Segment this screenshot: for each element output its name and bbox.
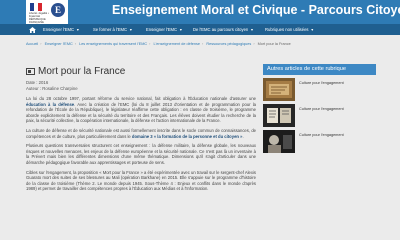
sidebar-article[interactable]: Culture pour l'engagement bbox=[263, 104, 376, 127]
nav-item-parcours-citoyen[interactable]: De l'EMC au parcours citoyen ▼ bbox=[193, 24, 254, 35]
nav-item-enseigner-emc-2[interactable]: Enseigner l'EMC ▼ bbox=[146, 24, 183, 35]
site-title[interactable]: Enseignement Moral et Civique - Parcours… bbox=[112, 3, 400, 17]
article-thumbnail[interactable] bbox=[263, 104, 295, 127]
breadcrumb-link[interactable]: Enseigner l'EMC bbox=[45, 42, 73, 46]
page-title: Mort pour la France bbox=[38, 65, 126, 77]
picture-icon bbox=[26, 67, 35, 75]
article-author: Auteur : Rosaline Charpine bbox=[26, 86, 78, 91]
article-paragraph: La culture de défense et de sécurité nat… bbox=[26, 128, 256, 139]
sidebar-article[interactable]: Culture pour l'engagement bbox=[263, 130, 376, 153]
home-icon[interactable] bbox=[27, 24, 38, 35]
breadcrumb-separator: › bbox=[74, 42, 77, 46]
text-run: La loi du 28 octobre 1997, portant réfor… bbox=[26, 96, 256, 101]
nav-item-enseigner-emc[interactable]: Enseigner l'EMC ▼ bbox=[43, 24, 80, 35]
article-thumbnail[interactable] bbox=[263, 78, 295, 101]
breadcrumb: Accueil › Enseigner l'EMC › Les enseigneme… bbox=[26, 42, 376, 50]
sidebar-article-label[interactable]: Culture pour l'engagement bbox=[299, 107, 344, 127]
sidebar-article-label[interactable]: Culture pour l'engagement bbox=[299, 133, 344, 153]
article-paragraph: Cibles sur l'engagement, la proposition … bbox=[26, 169, 256, 192]
article-thumbnail[interactable] bbox=[263, 130, 295, 153]
article-paragraph: La loi du 28 octobre 1997, portant réfor… bbox=[26, 96, 256, 124]
emphasis: domaine 3 « la formation de la personne … bbox=[131, 133, 243, 139]
main-nav: Enseigner l'EMC ▼ Se former à l'EMC ▼ Ense… bbox=[0, 24, 400, 35]
nav-item-se-former[interactable]: Se former à l'EMC ▼ bbox=[93, 24, 133, 35]
breadcrumb-link[interactable]: Les enseignements qui traversent l'EMC bbox=[79, 42, 147, 46]
chevron-down-icon: ▼ bbox=[129, 28, 133, 32]
nav-item-label: Enseigner l'EMC bbox=[146, 27, 178, 32]
text-run: . bbox=[242, 133, 244, 139]
article-paragraph: Plusieurs questions transversales struct… bbox=[26, 143, 256, 165]
emphasis: éducation à la défense bbox=[26, 101, 75, 107]
breadcrumb-separator: › bbox=[149, 42, 151, 46]
nav-item-rubriques[interactable]: Rubriques non utilisées ▼ bbox=[265, 24, 314, 35]
nav-item-label: Se former à l'EMC bbox=[93, 27, 128, 32]
ministry-logo[interactable]: Liberté • Égalité • Fraternité RÉPUBLIQU… bbox=[26, 0, 68, 30]
nav-item-label: Enseigner l'EMC bbox=[43, 27, 75, 32]
nav-item-label: Rubriques non utilisées bbox=[265, 27, 309, 32]
page: Liberté • Égalité • Fraternité RÉPUBLIQU… bbox=[0, 0, 400, 240]
nav-item-label: De l'EMC au parcours citoyen bbox=[193, 27, 249, 32]
sidebar-article[interactable]: Culture pour l'engagement bbox=[263, 78, 376, 101]
site-header: Liberté • Égalité • Fraternité RÉPUBLIQU… bbox=[0, 0, 400, 30]
breadcrumb-link[interactable]: Ressources pédagogiques bbox=[206, 42, 251, 46]
eduscol-e-logo: E bbox=[51, 3, 65, 17]
breadcrumb-current: Mort pour la France bbox=[257, 42, 291, 46]
french-flag-icon bbox=[30, 3, 42, 11]
chevron-down-icon: ▼ bbox=[76, 28, 80, 32]
breadcrumb-separator: › bbox=[253, 42, 255, 46]
sidebar-heading: Autres articles de cette rubrique bbox=[263, 64, 376, 75]
breadcrumb-separator: › bbox=[40, 42, 42, 46]
breadcrumb-link[interactable]: Accueil bbox=[26, 42, 38, 46]
sidebar: Autres articles de cette rubrique Cultur… bbox=[263, 64, 376, 240]
chevron-down-icon: ▼ bbox=[310, 28, 314, 32]
article: Mort pour la France Date : 2016 Auteur :… bbox=[26, 64, 256, 240]
chevron-down-icon: ▼ bbox=[179, 28, 183, 32]
sidebar-article-label[interactable]: Culture pour l'engagement bbox=[299, 81, 344, 101]
breadcrumb-link[interactable]: L'enseignement de défense bbox=[153, 42, 200, 46]
breadcrumb-separator: › bbox=[202, 42, 204, 46]
chevron-down-icon: ▼ bbox=[250, 28, 254, 32]
page-title-row: Mort pour la France bbox=[26, 64, 256, 78]
